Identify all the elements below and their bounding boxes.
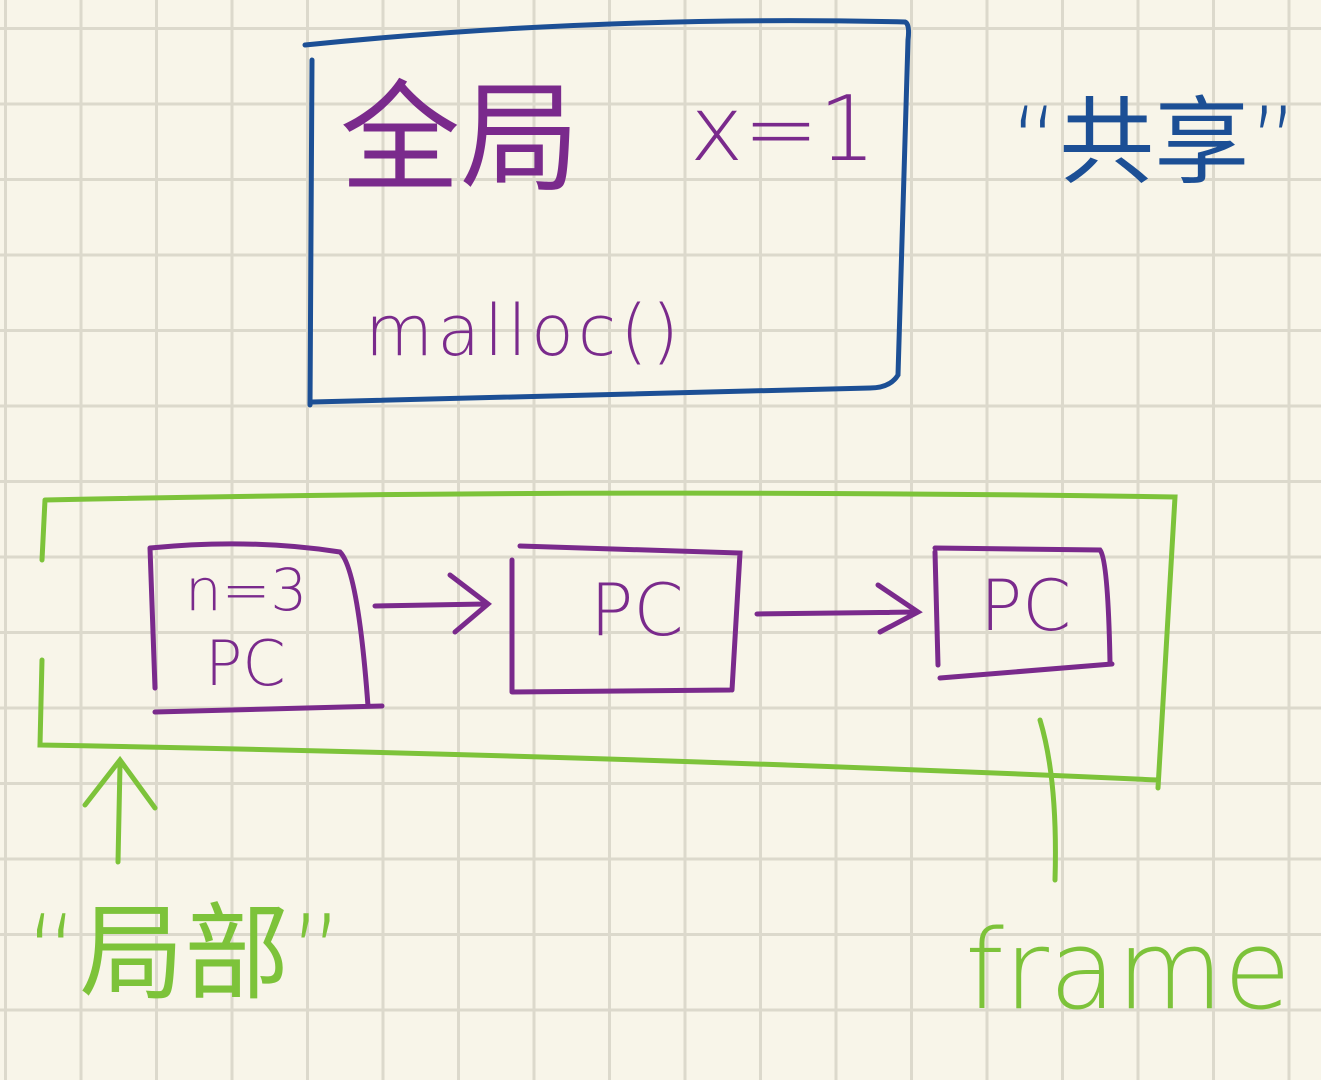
arrow-1 [372, 572, 492, 635]
global-var: x=1 [690, 77, 876, 182]
malloc-call: malloc() [365, 290, 683, 372]
shared-label: “共享” [1010, 88, 1298, 198]
frame-1-pc: PC [205, 627, 286, 700]
global-title: 全局 [340, 70, 580, 209]
frame-pointer-line [1037, 717, 1058, 883]
frame-2-pc: PC [590, 568, 684, 652]
local-arrow [82, 755, 158, 865]
diagram-canvas: 全局 x=1 malloc() “共享” n=3 PC PC PC “局部” f… [25, 18, 1298, 1034]
frame-1-var: n=3 [185, 556, 307, 624]
arrow-2 [754, 582, 923, 635]
local-label: “局部” [25, 893, 344, 1015]
frame-3-pc: PC [980, 565, 1071, 647]
frame-label: frame [965, 906, 1291, 1034]
